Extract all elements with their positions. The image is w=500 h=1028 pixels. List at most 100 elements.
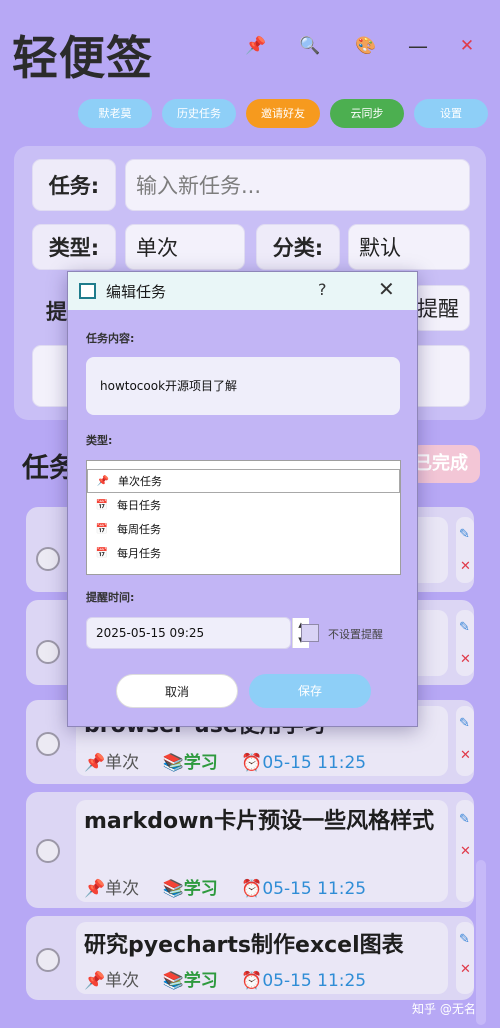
reminder-label: 提	[46, 300, 67, 324]
alarm-clock-icon: ⏰	[241, 971, 263, 991]
task-time: 05-15 11:25	[262, 971, 367, 991]
task-actions: ✎ ✕	[456, 706, 474, 776]
no-reminder-checkbox[interactable]	[301, 624, 319, 642]
task-type: 单次	[105, 879, 140, 899]
books-icon: 📚	[162, 971, 184, 991]
books-icon: 📚	[162, 879, 184, 899]
task-checkbox[interactable]	[36, 948, 60, 972]
close-icon[interactable]: ✕	[455, 34, 479, 58]
task-actions: ✎ ✕	[456, 922, 474, 994]
delete-icon[interactable]: ✕	[460, 844, 471, 859]
user-button[interactable]: 默老莫	[78, 99, 152, 128]
edit-icon[interactable]: ✎	[459, 932, 470, 947]
type-option[interactable]: 📌 单次任务	[87, 469, 400, 493]
task-input[interactable]: 输入新任务...	[125, 159, 470, 211]
calendar-icon: 📅	[95, 547, 109, 559]
history-button[interactable]: 历史任务	[162, 99, 236, 128]
type-option[interactable]: 📅 每周任务	[87, 517, 400, 541]
task-meta: 📌单次 📚学习 ⏰05-15 11:25	[84, 748, 366, 773]
pin-icon: 📌	[84, 971, 106, 991]
task-meta: 📌单次 📚学习 ⏰05-15 11:25	[84, 874, 366, 899]
edit-icon[interactable]: ✎	[459, 716, 470, 731]
app-window-icon	[79, 283, 96, 299]
task-actions: ✎ ✕	[456, 610, 474, 676]
delete-icon[interactable]: ✕	[460, 652, 471, 667]
type-select[interactable]: 单次	[125, 224, 245, 270]
edit-icon[interactable]: ✎	[459, 812, 470, 827]
books-icon: 📚	[162, 753, 184, 773]
calendar-icon: 📅	[95, 523, 109, 535]
type-list: 📌 单次任务 📅 每日任务 📅 每周任务 📅 每月任务	[86, 460, 401, 575]
type-option[interactable]: 📅 每日任务	[87, 493, 400, 517]
task-category: 学习	[183, 971, 218, 991]
reminder-datetime-input[interactable]: 2025-05-15 09:25 ▲ ▼	[86, 617, 309, 649]
time-label: 提醒时间:	[86, 591, 135, 604]
type-option-label: 单次任务	[118, 475, 162, 488]
type-label: 类型:	[86, 434, 113, 447]
reminder-button[interactable]: 提醒	[412, 285, 470, 331]
type-option-label: 每周任务	[117, 523, 161, 536]
delete-icon[interactable]: ✕	[460, 559, 471, 574]
task-input-placeholder: 输入新任务...	[136, 174, 262, 198]
type-option-label: 每月任务	[117, 547, 161, 560]
palette-icon[interactable]: 🎨	[354, 34, 378, 58]
type-option-label: 每日任务	[117, 499, 161, 512]
watermark: 知乎 @无名	[412, 1002, 476, 1016]
settings-button[interactable]: 设置	[414, 99, 488, 128]
task-category: 学习	[183, 879, 218, 899]
alarm-clock-icon: ⏰	[241, 879, 263, 899]
task-category: 学习	[183, 753, 218, 773]
alarm-clock-icon: ⏰	[241, 753, 263, 773]
category-label-box: 分类:	[256, 224, 340, 270]
dialog-titlebar[interactable]: 编辑任务 ? ✕	[68, 272, 417, 310]
task-checkbox[interactable]	[36, 839, 60, 863]
cloud-sync-button[interactable]: 云同步	[330, 99, 404, 128]
no-reminder-label: 不设置提醒	[328, 628, 383, 641]
task-actions: ✎ ✕	[456, 800, 474, 902]
cancel-button[interactable]: 取消	[116, 674, 238, 708]
edit-icon[interactable]: ✎	[459, 527, 470, 542]
type-option[interactable]: 📅 每月任务	[87, 541, 400, 565]
task-checkbox[interactable]	[36, 732, 60, 756]
dialog-close-icon[interactable]: ✕	[378, 277, 395, 301]
task-card: markdown卡片预设一些风格样式 📌单次 📚学习 ⏰05-15 11:25 …	[26, 792, 474, 908]
invite-button[interactable]: 邀请好友	[246, 99, 320, 128]
pin-icon[interactable]: 📌	[244, 34, 268, 58]
category-select-value: 默认	[359, 236, 401, 260]
category-select[interactable]: 默认	[348, 224, 470, 270]
edit-task-dialog: 编辑任务 ? ✕ 任务内容: howtocook开源项目了解 类型: 📌 单次任…	[67, 271, 418, 727]
task-checkbox[interactable]	[36, 547, 60, 571]
delete-icon[interactable]: ✕	[460, 962, 471, 977]
task-label-box: 任务:	[32, 159, 116, 211]
task-actions: ✎ ✕	[456, 517, 474, 583]
content-label: 任务内容:	[86, 332, 135, 345]
app-title: 轻便签	[12, 31, 153, 85]
type-label: 类型:	[48, 236, 100, 260]
help-icon[interactable]: ?	[318, 280, 327, 299]
task-time: 05-15 11:25	[262, 879, 367, 899]
calendar-icon: 📅	[95, 499, 109, 511]
task-time: 05-15 11:25	[262, 753, 367, 773]
pin-icon: 📌	[84, 879, 106, 899]
type-label-box: 类型:	[32, 224, 116, 270]
minimize-icon[interactable]: —	[406, 34, 430, 58]
task-body[interactable]: markdown卡片预设一些风格样式 📌单次 📚学习 ⏰05-15 11:25	[76, 800, 448, 902]
task-type: 单次	[105, 971, 140, 991]
save-button[interactable]: 保存	[249, 674, 371, 708]
task-checkbox[interactable]	[36, 640, 60, 664]
dialog-title: 编辑任务	[106, 283, 167, 301]
task-body[interactable]: 研究pyecharts制作excel图表 📌单次 📚学习 ⏰05-15 11:2…	[76, 922, 448, 994]
task-text: markdown卡片预设一些风格样式	[84, 809, 435, 834]
task-meta: 📌单次 📚学习 ⏰05-15 11:25	[84, 966, 366, 991]
task-card: 研究pyecharts制作excel图表 📌单次 📚学习 ⏰05-15 11:2…	[26, 916, 474, 1000]
type-select-value: 单次	[136, 236, 178, 260]
task-label: 任务:	[48, 174, 100, 198]
datetime-value: 2025-05-15 09:25	[96, 626, 205, 640]
list-scrollbar[interactable]	[476, 860, 486, 1025]
completed-button[interactable]: 已完成	[410, 445, 480, 483]
delete-icon[interactable]: ✕	[460, 748, 471, 763]
task-type: 单次	[105, 753, 140, 773]
search-icon[interactable]: 🔍	[298, 34, 322, 58]
task-content-input[interactable]: howtocook开源项目了解	[86, 357, 400, 415]
edit-icon[interactable]: ✎	[459, 620, 470, 635]
